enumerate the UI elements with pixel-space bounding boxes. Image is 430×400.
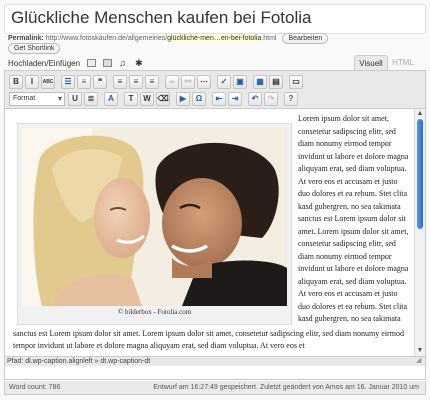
align-center-icon[interactable]: ≡ (129, 75, 143, 89)
editor: BIABC☰≡❝≡≡≡∞⚯⋯✓▣▦▤▭ Format U≣ATW⌫▶Ω⇤⇥↶↷? (4, 70, 426, 380)
edit-permalink-button[interactable]: Bearbeiten (282, 33, 329, 44)
text-color-icon[interactable]: A (104, 92, 118, 106)
fullscreen-icon[interactable]: ▣ (233, 75, 247, 89)
insert-media-icon[interactable]: ▶ (176, 92, 190, 106)
outdent-icon[interactable]: ⇤ (212, 92, 226, 106)
align-left-icon[interactable]: ≡ (113, 75, 127, 89)
paste-text-icon[interactable]: T (124, 92, 138, 106)
redo-icon[interactable]: ↷ (264, 92, 278, 106)
element-path-bar: Pfad: dl.wp-caption.alignleft » dt.wp-ca… (5, 356, 425, 366)
underline-icon[interactable]: U (68, 92, 82, 106)
toolbar-row-1: B I ABC ☰ ≡ ❝ ≡ ≡ ≡ ∞ ⚯ ⋯ ✓ ▣ ▦ ▤ ▭ (9, 74, 305, 90)
image-caption: © bilderbox - Fotolia.com (117, 308, 192, 316)
numbered-list-icon[interactable]: ≡ (77, 75, 91, 89)
bold-icon[interactable]: B (9, 75, 23, 89)
add-media-icon[interactable]: ✱ (135, 59, 144, 68)
add-image-icon[interactable] (87, 59, 97, 67)
tab-html[interactable]: HTML (388, 55, 418, 70)
strikethrough-icon[interactable]: ABC (41, 75, 55, 89)
toggle-html-icon[interactable]: ▤ (269, 75, 283, 89)
bullet-list-icon[interactable]: ☰ (61, 75, 75, 89)
special-char-icon[interactable]: Ω (192, 92, 206, 106)
remove-format-icon[interactable]: ⌫ (156, 92, 170, 106)
autosave-note: Entwurf am 16:27:49 gespeichert. Zuletzt… (153, 384, 419, 391)
image-caption-frame[interactable]: © bilderbox - Fotolia.com (17, 123, 292, 325)
insert-link-icon[interactable]: ∞ (165, 75, 179, 89)
note-icon[interactable]: ▭ (289, 75, 303, 89)
undo-icon[interactable]: ↶ (248, 92, 262, 106)
add-video-icon[interactable] (103, 59, 113, 67)
blockquote-icon[interactable]: ❝ (93, 75, 107, 89)
editor-content[interactable]: © bilderbox - Fotolia.com Lorem ipsum do… (5, 109, 413, 356)
align-right-icon[interactable]: ≡ (145, 75, 159, 89)
permalink-base: http://www.fotoskaufen.de/allgemeines/ (45, 35, 168, 42)
permalink-suffix: .html (261, 35, 277, 42)
help-icon[interactable]: ? (284, 92, 298, 106)
photo-illustration (22, 128, 287, 306)
italic-icon[interactable]: I (25, 75, 39, 89)
kitchen-sink-icon[interactable]: ▦ (253, 75, 267, 89)
get-shortlink-button[interactable]: Get Shortlink (8, 43, 61, 54)
word-count: Word count: 786 (9, 384, 61, 391)
more-tag-icon[interactable]: ⋯ (197, 75, 211, 89)
add-audio-icon[interactable]: ♫ (119, 59, 128, 68)
spellcheck-icon[interactable]: ✓ (217, 75, 231, 89)
scroll-up-icon[interactable]: ▲ (415, 110, 425, 118)
photo-couple[interactable] (22, 128, 287, 306)
status-bar: Word count: 786 Entwurf am 16:27:49 gesp… (4, 381, 426, 395)
indent-icon[interactable]: ⇥ (228, 92, 242, 106)
format-select[interactable]: Format (9, 92, 65, 106)
media-upload-row: Hochladen/Einfügen ♫ ✱ (8, 57, 144, 69)
editor-toolbar: BIABC☰≡❝≡≡≡∞⚯⋯✓▣▦▤▭ Format U≣ATW⌫▶Ω⇤⇥↶↷? (5, 71, 425, 109)
tab-visual[interactable]: Visuell (354, 55, 388, 71)
editor-scrollbar[interactable]: ▲ ▼ (414, 109, 425, 356)
unlink-icon[interactable]: ⚯ (181, 75, 195, 89)
permalink-slug[interactable]: glückliche-men…en-bei-fotolia (167, 35, 262, 42)
justify-icon[interactable]: ≣ (84, 92, 98, 106)
post-body-text-continued: sanctus est Lorem ipsum dolor sit amet. … (13, 329, 404, 350)
scroll-down-icon[interactable]: ▼ (415, 347, 425, 355)
paste-word-icon[interactable]: W (140, 92, 154, 106)
post-title-text: Glückliche Menschen kaufen bei Fotolia (11, 8, 312, 27)
resize-handle-icon[interactable]: ◢ (416, 357, 424, 365)
upload-insert-label: Hochladen/Einfügen (8, 58, 81, 68)
post-title-field[interactable]: Glückliche Menschen kaufen bei Fotolia (4, 4, 426, 34)
scroll-thumb[interactable] (417, 119, 423, 229)
post-body-text: Lorem ipsum dolor sit amet, consetetur s… (298, 114, 409, 323)
toolbar-row-2: Format U≣ ATW⌫ ▶Ω ⇤⇥ ↶↷? (9, 91, 300, 107)
permalink-label: Permalink: (8, 35, 44, 42)
